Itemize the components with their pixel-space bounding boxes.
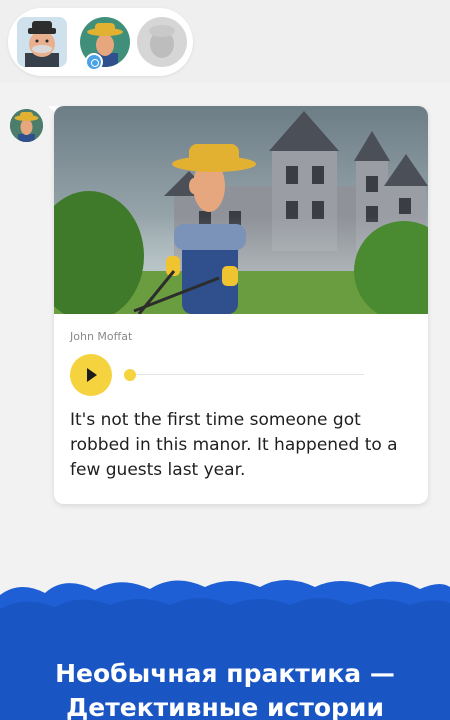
character-strip (8, 8, 193, 76)
promo-title: Необычная практика — Детективные истории (0, 657, 450, 720)
scene-illustration (54, 106, 428, 314)
promo-title-line-1: Необычная практика — (55, 659, 395, 688)
character-avatar-detective[interactable] (17, 17, 67, 67)
badge-icon (85, 53, 103, 71)
message-text: It's not the first time someone got robb… (70, 410, 398, 480)
play-button[interactable] (70, 354, 112, 396)
play-icon (87, 368, 97, 382)
story-message-card: John Moffat It's not the first time some… (54, 106, 428, 504)
promo-banner: Необычная практика — Детективные истории (0, 575, 450, 720)
speaker-name: John Moffat (70, 330, 133, 343)
audio-progress-track[interactable] (124, 374, 364, 375)
audio-progress-knob[interactable] (124, 369, 136, 381)
character-avatar-locked[interactable] (137, 17, 187, 67)
sender-avatar (10, 109, 43, 142)
promo-title-line-2: Детективные истории (66, 693, 384, 720)
top-bar (0, 0, 450, 82)
